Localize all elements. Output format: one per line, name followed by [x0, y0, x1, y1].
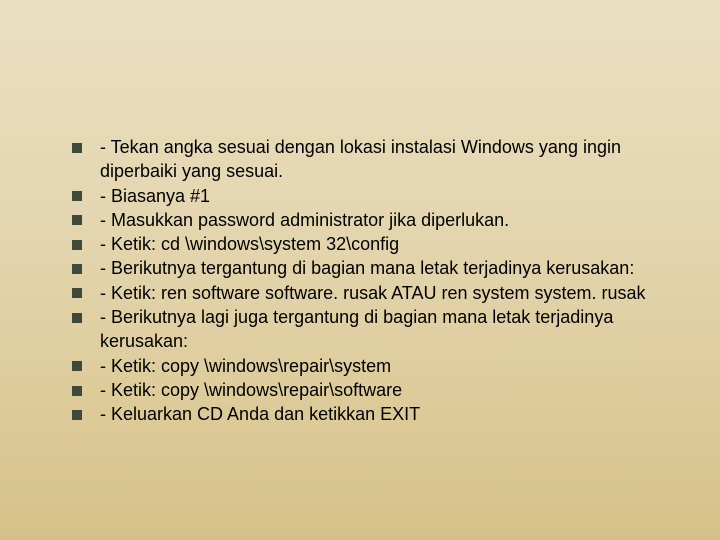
- list-item: - Masukkan password administrator jika d…: [72, 208, 672, 232]
- square-bullet-icon: [72, 288, 82, 298]
- bullet-list: - Tekan angka sesuai dengan lokasi insta…: [72, 135, 672, 427]
- square-bullet-icon: [72, 191, 82, 201]
- list-item-text: - Ketik: cd \windows\system 32\config: [100, 234, 399, 254]
- list-item: - Tekan angka sesuai dengan lokasi insta…: [72, 135, 672, 184]
- list-item-text: - Ketik: copy \windows\repair\system: [100, 356, 391, 376]
- square-bullet-icon: [72, 410, 82, 420]
- list-item: - Berikutnya lagi juga tergantung di bag…: [72, 305, 672, 354]
- list-item: - Berikutnya tergantung di bagian mana l…: [72, 256, 672, 280]
- list-item-text: - Keluarkan CD Anda dan ketikkan EXIT: [100, 404, 420, 424]
- list-item-text: - Ketik: copy \windows\repair\software: [100, 380, 402, 400]
- square-bullet-icon: [72, 143, 82, 153]
- square-bullet-icon: [72, 361, 82, 371]
- list-item-text: - Ketik: ren software software. rusak AT…: [100, 283, 646, 303]
- square-bullet-icon: [72, 386, 82, 396]
- square-bullet-icon: [72, 215, 82, 225]
- list-item: - Ketik: ren software software. rusak AT…: [72, 281, 672, 305]
- list-item: - Keluarkan CD Anda dan ketikkan EXIT: [72, 402, 672, 426]
- list-item: - Ketik: cd \windows\system 32\config: [72, 232, 672, 256]
- slide-body: - Tekan angka sesuai dengan lokasi insta…: [72, 135, 672, 427]
- list-item: - Ketik: copy \windows\repair\software: [72, 378, 672, 402]
- square-bullet-icon: [72, 264, 82, 274]
- list-item-text: - Berikutnya lagi juga tergantung di bag…: [100, 307, 613, 351]
- square-bullet-icon: [72, 240, 82, 250]
- list-item: - Biasanya #1: [72, 184, 672, 208]
- list-item-text: - Tekan angka sesuai dengan lokasi insta…: [100, 137, 621, 181]
- list-item-text: - Biasanya #1: [100, 186, 210, 206]
- list-item-text: - Berikutnya tergantung di bagian mana l…: [100, 258, 634, 278]
- list-item-text: - Masukkan password administrator jika d…: [100, 210, 509, 230]
- square-bullet-icon: [72, 313, 82, 323]
- list-item: - Ketik: copy \windows\repair\system: [72, 354, 672, 378]
